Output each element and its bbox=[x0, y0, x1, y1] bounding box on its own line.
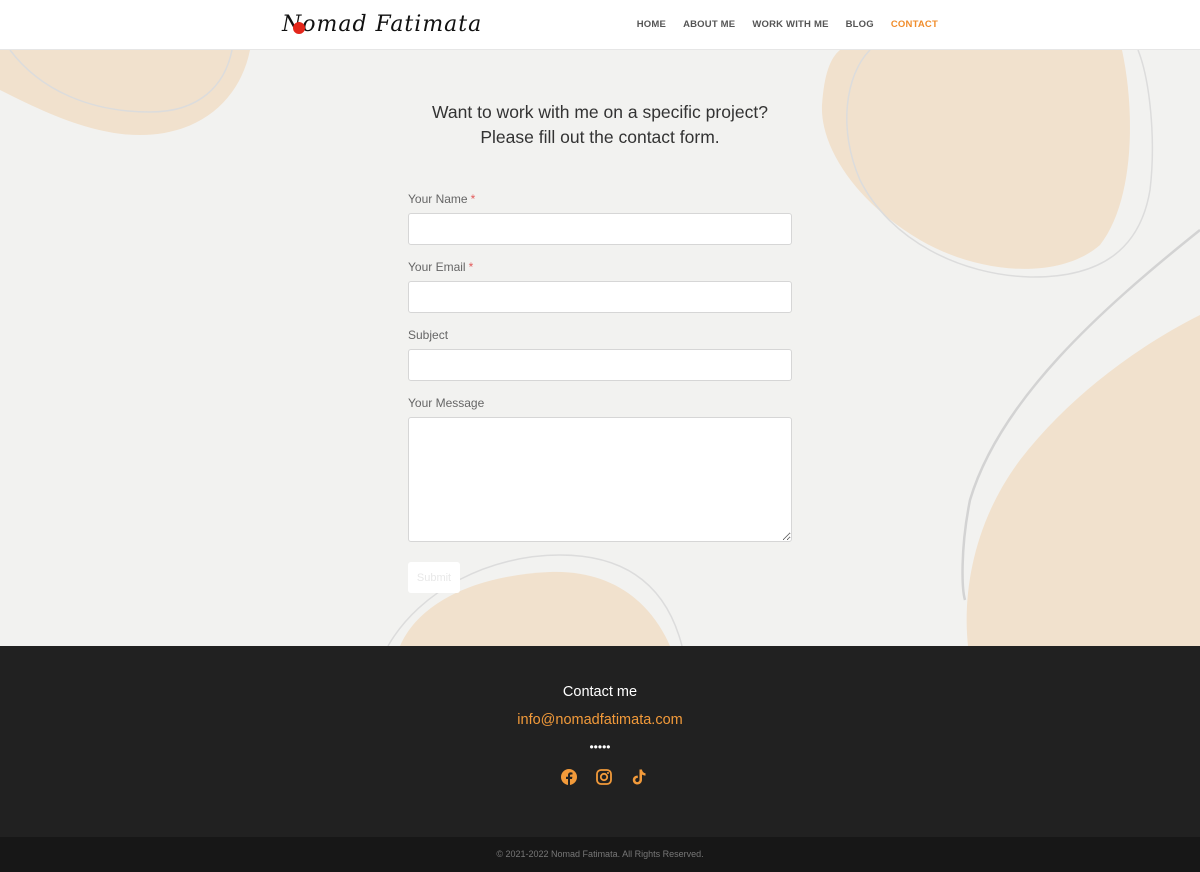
footer-email-link[interactable]: info@nomadfatimata.com bbox=[0, 712, 1200, 728]
heading-line-2: Please fill out the contact form. bbox=[480, 127, 720, 147]
nav-contact[interactable]: CONTACT bbox=[891, 19, 938, 30]
site-footer: Contact me info@nomadfatimata.com ••••• bbox=[0, 646, 1200, 837]
nav-work-with-me[interactable]: WORK WITH ME bbox=[752, 19, 828, 30]
copyright-bar: © 2021-2022 Nomad Fatimata. All Rights R… bbox=[0, 837, 1200, 872]
social-links bbox=[560, 768, 650, 788]
email-label: Your Email * bbox=[408, 260, 792, 276]
heading-line-1: Want to work with me on a specific proje… bbox=[432, 102, 768, 122]
logo-text: Nomad Fatimata bbox=[282, 12, 483, 37]
required-mark: * bbox=[470, 192, 476, 206]
contact-section: Want to work with me on a specific proje… bbox=[0, 50, 1200, 646]
logo-dot-icon bbox=[293, 22, 305, 34]
subject-field[interactable] bbox=[408, 349, 792, 381]
email-field[interactable] bbox=[408, 281, 792, 313]
blob-top-left bbox=[0, 50, 250, 135]
copyright-text: © 2021-2022 Nomad Fatimata. All Rights R… bbox=[496, 849, 704, 859]
required-mark: * bbox=[468, 260, 474, 274]
email-label-text: Your Email bbox=[408, 260, 466, 274]
facebook-icon[interactable] bbox=[560, 768, 578, 786]
submit-button[interactable]: Submit bbox=[408, 562, 460, 593]
name-field[interactable] bbox=[408, 213, 792, 245]
name-label: Your Name * bbox=[408, 192, 792, 208]
nav-home[interactable]: HOME bbox=[637, 19, 666, 30]
logo[interactable]: Nomad Fatimata bbox=[282, 8, 481, 42]
message-label: Your Message bbox=[408, 396, 485, 410]
tiktok-icon[interactable] bbox=[630, 768, 648, 786]
message-field[interactable] bbox=[408, 417, 792, 542]
page-heading: Want to work with me on a specific proje… bbox=[350, 100, 850, 150]
nav-blog[interactable]: BLOG bbox=[846, 19, 874, 30]
footer-separator: ••••• bbox=[589, 740, 611, 754]
name-label-text: Your Name bbox=[408, 192, 468, 206]
contact-form: Your Name * Your Email * Subject Your Mess… bbox=[408, 192, 792, 593]
footer-contact-title: Contact me bbox=[562, 684, 638, 700]
main-nav: HOME ABOUT ME WORK WITH ME BLOG CONTACT bbox=[637, 19, 938, 30]
site-header: Nomad Fatimata HOME ABOUT ME WORK WITH M… bbox=[0, 0, 1200, 50]
blob-bottom-right bbox=[966, 315, 1200, 646]
blob-top-right bbox=[821, 50, 1130, 269]
nav-about-me[interactable]: ABOUT ME bbox=[683, 19, 735, 30]
instagram-icon[interactable] bbox=[595, 768, 613, 786]
subject-label: Subject bbox=[408, 328, 449, 342]
